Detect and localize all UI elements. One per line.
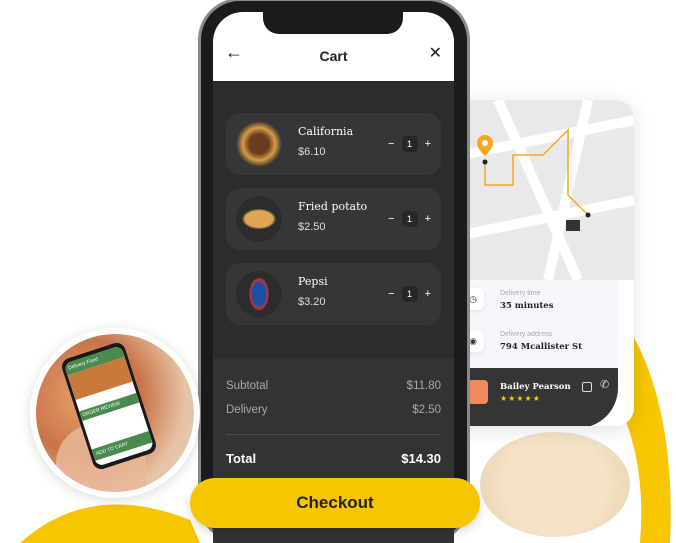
minus-button[interactable]: − <box>388 213 394 225</box>
delivery-address-label: Delivery address <box>500 331 553 338</box>
driver-avatar <box>468 380 488 404</box>
item-price: $2.50 <box>298 221 326 233</box>
delivery-value: $2.50 <box>412 404 441 416</box>
cart-screen: ← Cart ✕ California $6.10 −1 + Fried pota… <box>213 12 454 543</box>
delivery-time: 35 minutes <box>500 301 554 311</box>
subtotal-value: $11.80 <box>406 380 441 392</box>
quantity: 1 <box>401 286 418 302</box>
hand-holding-phone-photo: Delivery Food ORDER REVIEW ADD TO CART <box>30 328 200 498</box>
pepsi-image <box>236 271 282 317</box>
item-price: $6.10 <box>298 146 326 158</box>
checkout-button[interactable]: Checkout <box>190 478 480 528</box>
quantity: 1 <box>401 136 418 152</box>
total-value: $14.30 <box>401 451 441 466</box>
fries-image <box>236 196 282 242</box>
photo-section: ORDER REVIEW <box>79 392 140 421</box>
minus-button[interactable]: − <box>388 288 394 300</box>
cart-header: ← Cart ✕ <box>213 12 454 81</box>
delivery-time-label: Delivery time <box>500 290 541 297</box>
item-name: California <box>298 125 354 138</box>
driver-rating: ★★★★★ <box>500 394 541 403</box>
message-icon[interactable] <box>582 382 592 392</box>
item-name: Fried potato <box>298 200 368 213</box>
subtotal-label: Subtotal <box>226 380 269 392</box>
minus-button[interactable]: − <box>388 138 394 150</box>
cart-item: Fried potato $2.50 −1 + <box>226 188 441 250</box>
delivery-label: Delivery <box>226 404 268 416</box>
quantity-stepper: −1 + <box>388 211 431 227</box>
close-icon[interactable]: ✕ <box>429 43 442 63</box>
plus-button[interactable]: + <box>425 138 431 150</box>
delivery-address: 794 Mcallister St <box>500 342 583 352</box>
plus-button[interactable]: + <box>425 288 431 300</box>
cart-item: California $6.10 −1 + <box>226 113 441 175</box>
driver-name: Bailey Pearson <box>500 382 571 392</box>
phone-icon[interactable]: ✆ <box>600 378 609 391</box>
burger-image <box>236 121 282 167</box>
item-name: Pepsi <box>298 275 328 288</box>
pizza-image <box>480 432 630 537</box>
quantity: 1 <box>401 211 418 227</box>
total-label: Total <box>226 451 257 466</box>
divider <box>226 434 441 435</box>
phone-notch <box>263 12 403 34</box>
cart-item: Pepsi $3.20 −1 + <box>226 263 441 325</box>
quantity-stepper: −1 + <box>388 136 431 152</box>
item-price: $3.20 <box>298 296 326 308</box>
quantity-stepper: −1 + <box>388 286 431 302</box>
page-title: Cart <box>319 48 348 64</box>
store-icon <box>566 220 580 231</box>
plus-button[interactable]: + <box>425 213 431 225</box>
